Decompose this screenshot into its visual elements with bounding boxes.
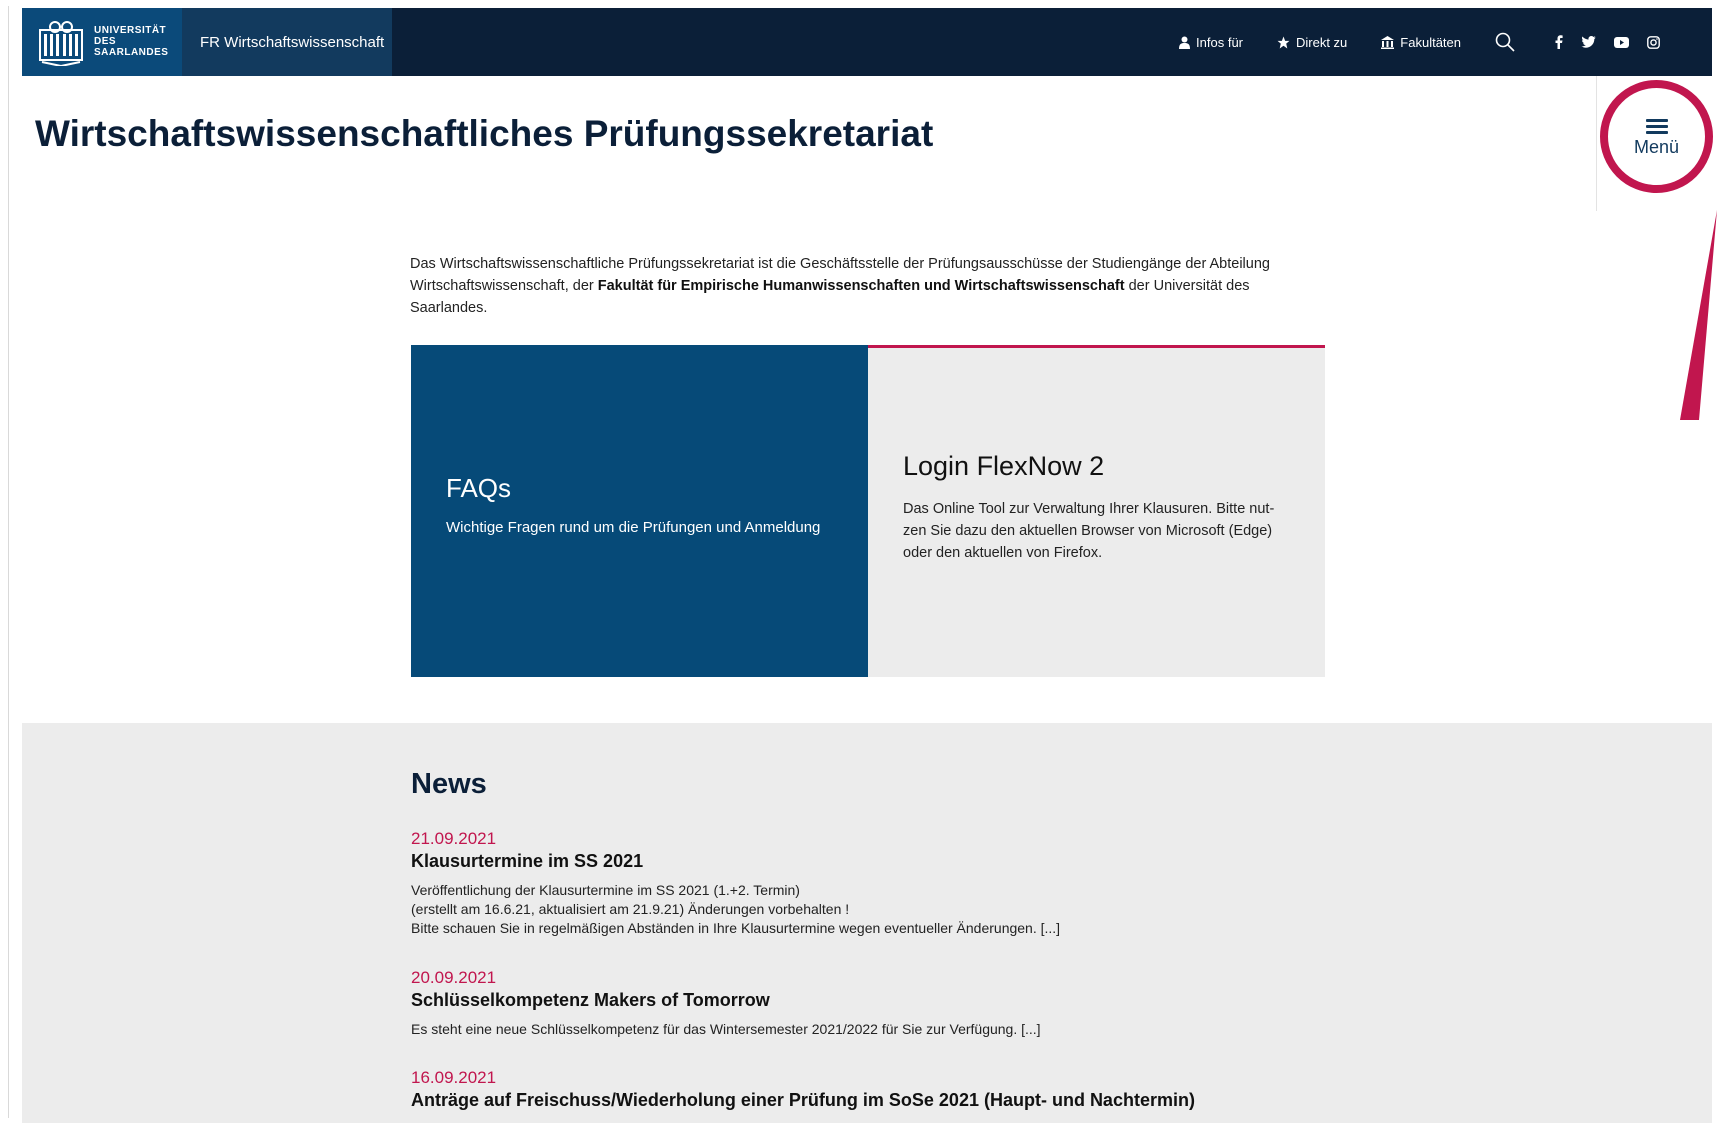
nav-label: Fakultäten xyxy=(1400,34,1461,50)
logo-line: UNIVERSITÄT xyxy=(94,25,167,36)
faq-title: FAQs xyxy=(446,473,512,503)
top-nav: Infos für Direkt zu Fakultäten xyxy=(1179,8,1712,76)
facebook-icon[interactable] xyxy=(1555,35,1563,49)
news-headline[interactable]: Anträge auf Freischuss/Wiederholung eine… xyxy=(411,1090,1195,1111)
news-line: Veröffentlichung der Klausurtermine im S… xyxy=(411,882,800,898)
logo-line: SAARLANDES xyxy=(94,47,169,58)
faq-tile[interactable]: FAQs Wichtige Fragen rund um die Prüfung… xyxy=(411,345,868,677)
news-body: Es steht eine neue Schlüsselkompetenz fü… xyxy=(411,1020,1041,1039)
university-logo-link[interactable]: UNIVERSITÄT DES SAARLANDES xyxy=(22,8,182,76)
nav-fakultaeten[interactable]: Fakultäten xyxy=(1381,35,1461,50)
login-title: Login FlexNow 2 xyxy=(903,451,1105,481)
news-line: (erstellt am 16.6.21, aktualisiert am 21… xyxy=(411,901,850,917)
youtube-icon[interactable] xyxy=(1614,36,1629,48)
logo-line: DES xyxy=(94,36,117,47)
menu-label: Menü xyxy=(1633,136,1680,157)
university-logo-icon xyxy=(39,21,83,66)
faculty-link[interactable]: FR Wirtschaftswissenschaft xyxy=(182,8,392,76)
arrow-annotation-icon xyxy=(1680,210,1717,420)
logo-text: UNIVERSITÄT DES SAARLANDES xyxy=(94,25,168,58)
nav-infos-fuer[interactable]: Infos für xyxy=(1179,35,1243,50)
news-line: Bitte schauen Sie in regelmäßigen Abstän… xyxy=(411,920,1061,936)
instagram-icon[interactable] xyxy=(1647,35,1660,49)
news-line: Es steht eine neue Schlüsselkompetenz fü… xyxy=(411,1021,1041,1037)
search-button[interactable] xyxy=(1495,32,1515,52)
social-links xyxy=(1555,35,1660,49)
intro-text: Das Wirtschaftswissenschaftliche Prüfung… xyxy=(410,253,1290,319)
faculty-name-link[interactable]: Fakultät für Empirische Humanwissenschaf… xyxy=(598,278,1125,294)
news-item[interactable]: 16.09.2021 Anträge auf Freischuss/Wieder… xyxy=(411,1068,1195,1111)
news-section: News 21.09.2021 Klausurtermine im SS 202… xyxy=(22,723,1712,1123)
nav-label: Direkt zu xyxy=(1296,34,1348,50)
news-date: 16.09.2021 xyxy=(411,1068,497,1087)
top-navigation-bar: UNIVERSITÄT DES SAARLANDES FR Wirtschaft… xyxy=(22,8,1712,76)
news-date: 20.09.2021 xyxy=(411,968,497,987)
building-icon xyxy=(1381,35,1395,49)
login-description: Das Online Tool zur Verwaltung Ihrer Kla… xyxy=(903,501,1275,561)
login-flexnow-tile[interactable]: Login FlexNow 2 Das Online Tool zur Verw… xyxy=(868,345,1325,677)
search-icon xyxy=(1495,32,1515,52)
news-body: Veröffentlichung der Klausurtermine im S… xyxy=(411,881,1060,938)
twitter-icon[interactable] xyxy=(1581,36,1596,48)
nav-direkt-zu[interactable]: Direkt zu xyxy=(1277,35,1347,50)
news-item[interactable]: 21.09.2021 Klausurtermine im SS 2021 Ver… xyxy=(411,829,1060,938)
page-title: Wirtschaftswissenschaftliches Prüfungsse… xyxy=(35,113,934,154)
faq-description: Wichtige Fragen rund um die Prüfungen un… xyxy=(446,519,821,536)
news-headline[interactable]: Schlüsselkompetenz Makers of Tomorrow xyxy=(411,990,1041,1011)
star-icon xyxy=(1277,36,1290,48)
news-title: News xyxy=(411,768,487,800)
news-date: 21.09.2021 xyxy=(411,829,497,848)
user-icon xyxy=(1179,36,1191,49)
nav-label: Infos für xyxy=(1196,34,1243,50)
news-item[interactable]: 20.09.2021 Schlüsselkompetenz Makers of … xyxy=(411,968,1041,1039)
hamburger-icon xyxy=(1645,116,1668,137)
news-headline[interactable]: Klausurtermine im SS 2021 xyxy=(411,851,1060,872)
menu-button[interactable]: Menü xyxy=(1600,80,1713,193)
